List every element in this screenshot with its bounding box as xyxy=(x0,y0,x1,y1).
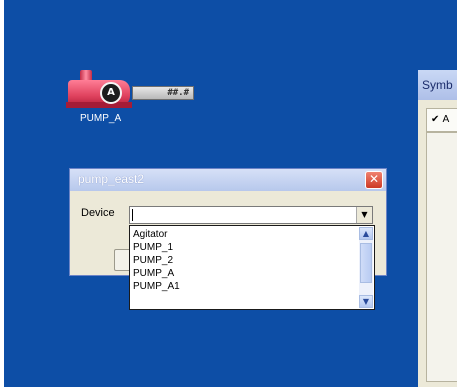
pump-base xyxy=(66,102,132,108)
device-combobox[interactable]: ▼ xyxy=(129,206,373,224)
text-caret xyxy=(132,209,133,221)
scrollbar-thumb[interactable] xyxy=(360,243,372,283)
dropdown-arrow-icon[interactable]: ▼ xyxy=(356,207,372,223)
symbol-window-tab[interactable]: ✔ A xyxy=(426,108,457,132)
dialog-title-bar[interactable]: pump_east2 ✕ xyxy=(70,169,386,191)
list-scrollbar[interactable]: ▲ ▼ xyxy=(359,227,373,308)
pump-value-display: ##.# xyxy=(132,86,194,100)
list-item[interactable]: PUMP_A xyxy=(133,267,174,280)
list-item[interactable]: Agitator xyxy=(133,228,167,241)
close-icon: ✕ xyxy=(368,172,380,186)
list-item[interactable]: PUMP_A1 xyxy=(133,280,180,293)
scroll-up-icon[interactable]: ▲ xyxy=(359,227,373,240)
pump-motor-icon: A xyxy=(100,82,122,104)
device-dropdown-list: Agitator PUMP_1 PUMP_2 PUMP_A PUMP_A1 ▲ … xyxy=(129,225,375,310)
desktop-canvas: A ##.# PUMP_A Symb ✔ A pump_east2 ✕ Devi… xyxy=(4,0,457,387)
list-item[interactable]: PUMP_2 xyxy=(133,254,173,267)
pump-motor-letter: A xyxy=(107,87,115,98)
symbol-window-panel xyxy=(426,132,457,382)
scroll-down-icon[interactable]: ▼ xyxy=(359,295,373,308)
symbol-window-title: Symb xyxy=(418,70,457,100)
device-label: Device xyxy=(81,207,115,219)
dialog-title: pump_east2 xyxy=(78,172,145,186)
list-item[interactable]: PUMP_1 xyxy=(133,241,173,254)
pump-symbol[interactable]: A ##.# PUMP_A xyxy=(66,70,206,130)
pump-label: PUMP_A xyxy=(80,113,122,124)
close-button[interactable]: ✕ xyxy=(365,171,383,189)
symbol-window: Symb ✔ A xyxy=(418,70,457,387)
